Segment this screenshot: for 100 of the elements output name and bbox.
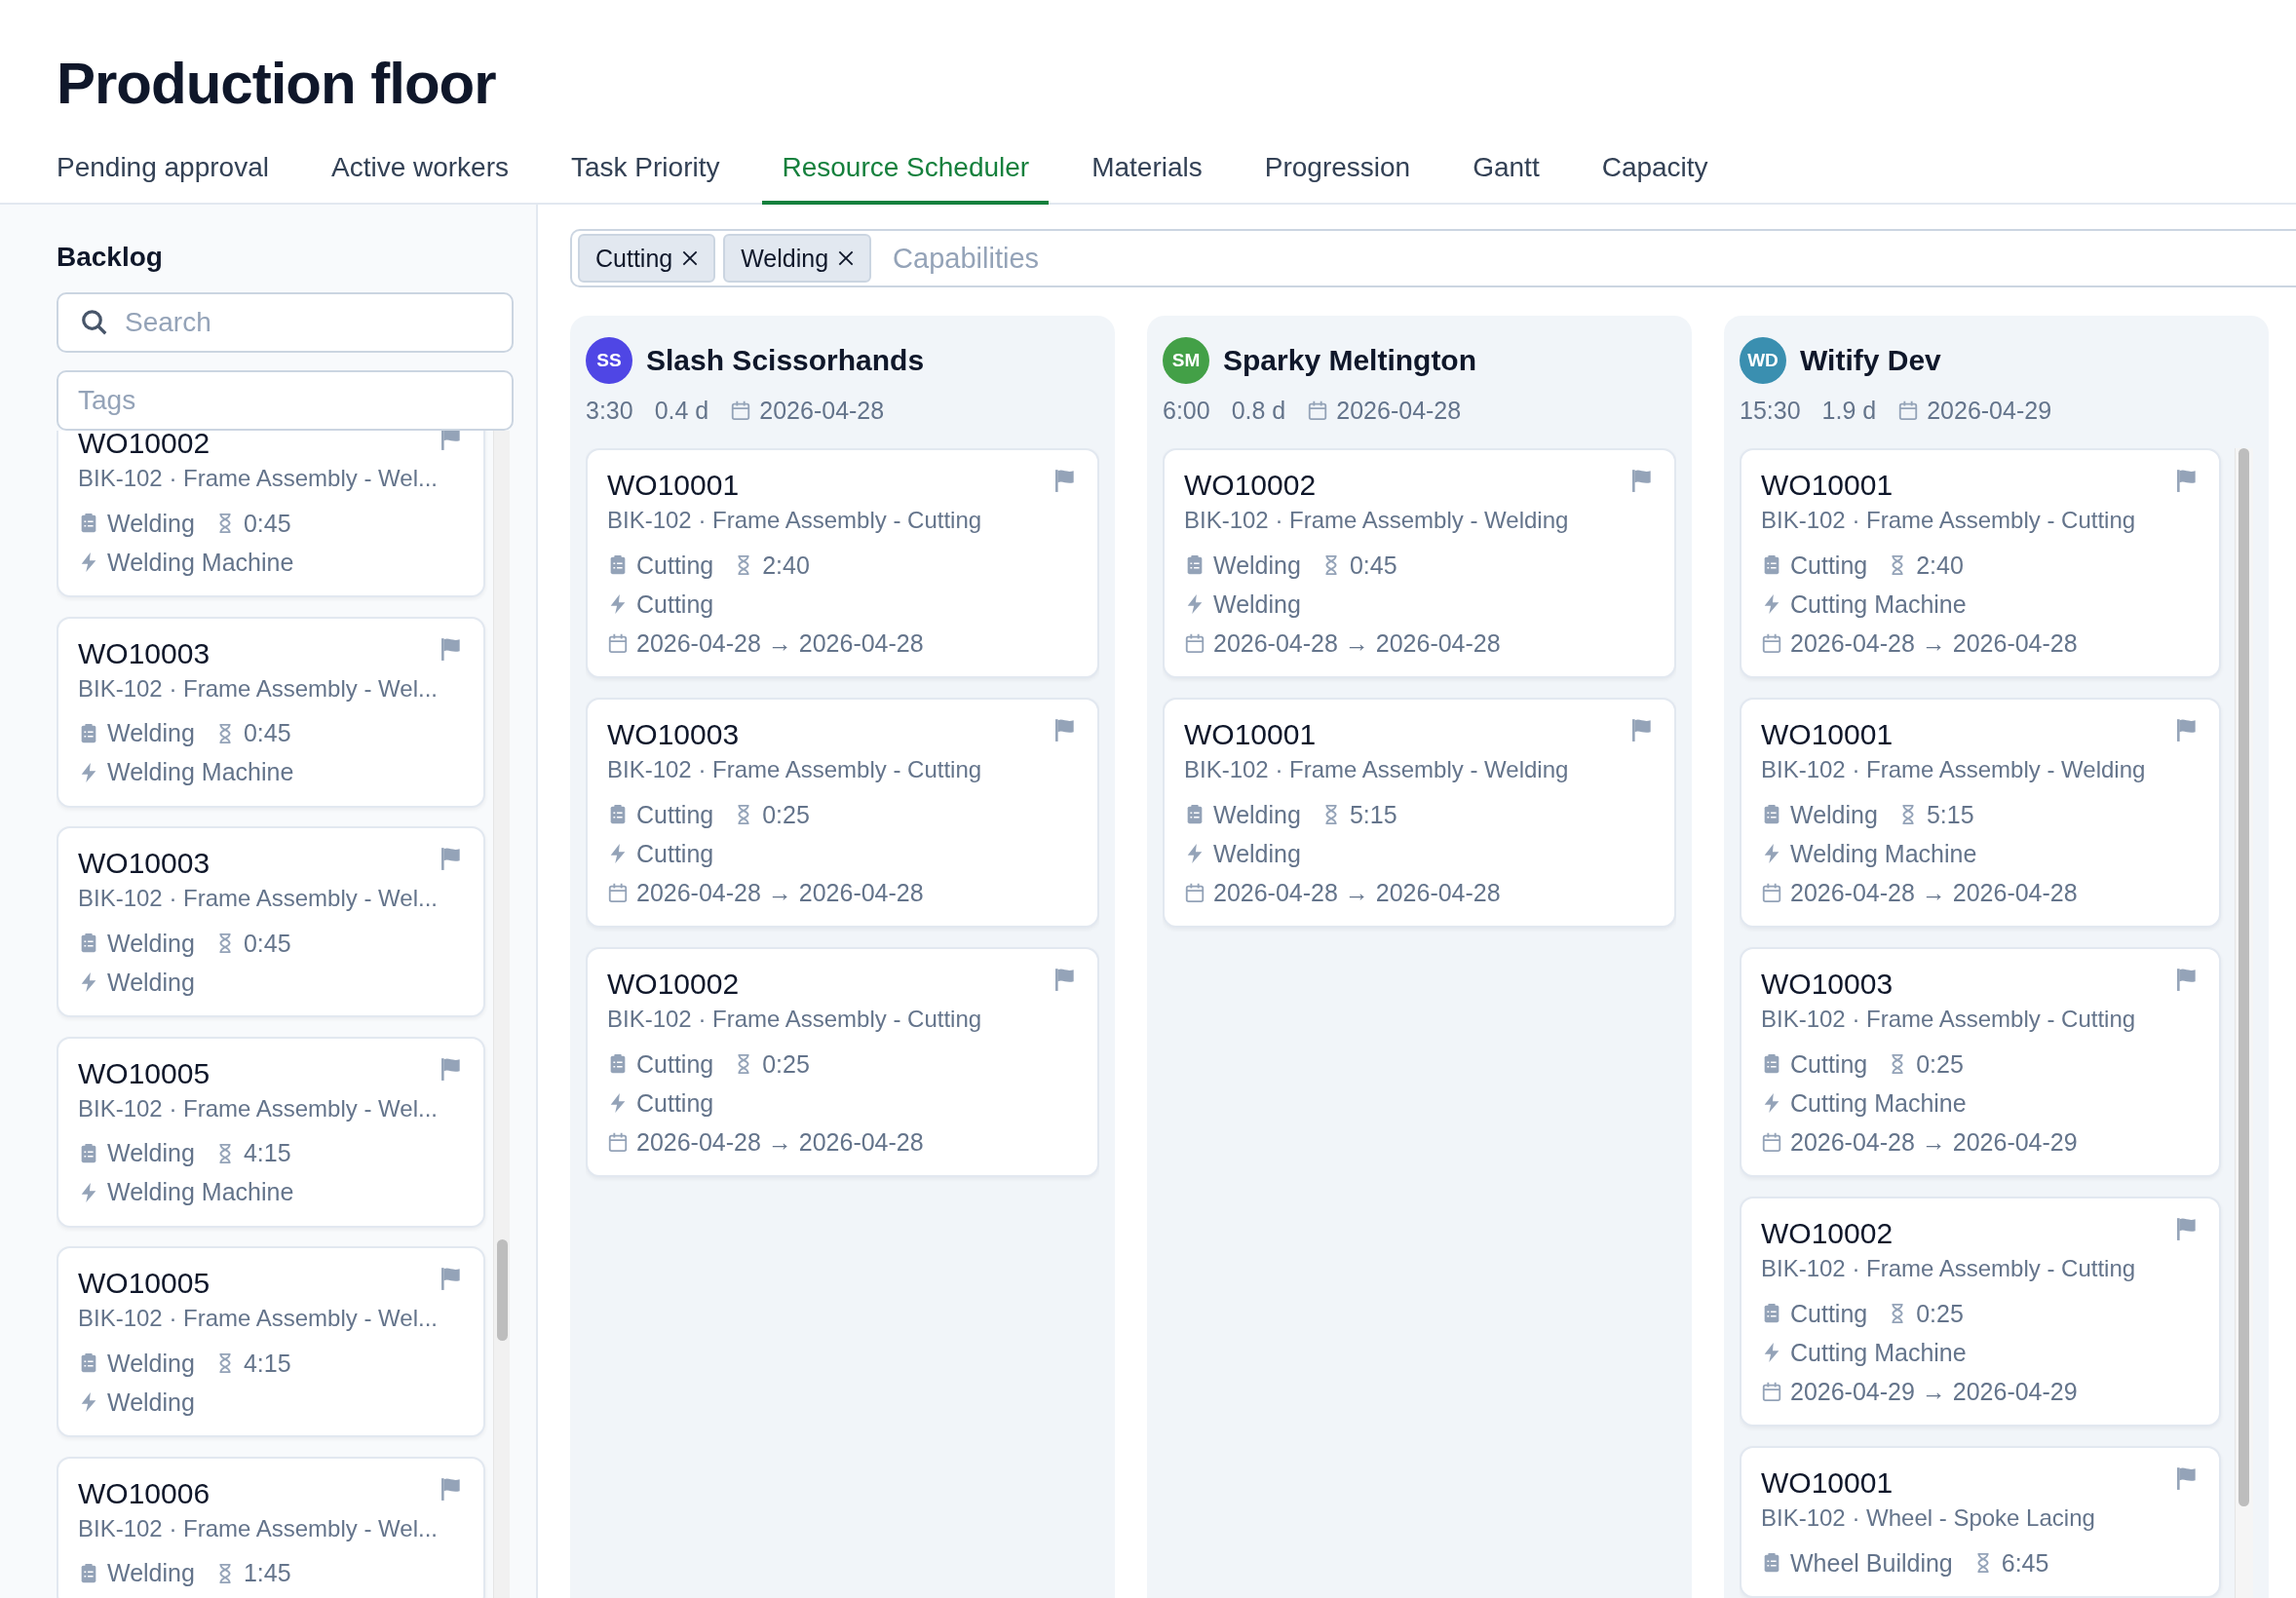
worker-name: Witify Dev <box>1800 344 1941 377</box>
meta-text: Cutting <box>636 590 714 619</box>
work-order-card[interactable]: WO10005 BIK-102 · Frame Assembly - Wel... Welding 4:15 Welding <box>57 1246 485 1437</box>
work-order-card[interactable]: WO10003 BIK-102 · Frame Assembly - Cutting Cutting 0:25 Cutting 2026-04-28 → 2026-04-28 <box>586 698 1099 928</box>
filter-chip[interactable]: Welding <box>723 234 872 283</box>
work-order-id: WO10001 <box>1761 1466 1894 1500</box>
work-order-subtitle: BIK-102 · Wheel - Spoke Lacing <box>1761 1503 2096 1533</box>
work-order-id: WO10005 <box>78 1056 210 1090</box>
filter-chip[interactable]: Cutting <box>578 234 716 283</box>
tab[interactable]: Progression <box>1244 138 1431 205</box>
tab[interactable]: Task Priority <box>552 138 740 205</box>
meta-text: 2026-04-28 → 2026-04-29 <box>1790 1127 2078 1157</box>
meta-text: Welding Machine <box>107 758 294 786</box>
meta-text: 2026-04-28 → 2026-04-28 <box>1790 878 2078 907</box>
work-order-subtitle: BIK-102 · Frame Assembly - Wel... <box>78 464 439 493</box>
meta-text: Welding Machine <box>107 548 294 577</box>
work-order-subtitle: BIK-102 · Frame Assembly - Cutting <box>607 755 983 784</box>
tags-field[interactable]: Tags <box>57 370 514 431</box>
work-order-card[interactable]: WO10001 BIK-102 · Frame Assembly - Welding Welding 5:15 Welding 2026-04-28 → 2026-04-28 <box>1163 698 1676 928</box>
meta-text: 2026-04-28 → 2026-04-28 <box>1213 878 1501 907</box>
meta-text: 4:15 <box>243 1349 291 1378</box>
tab[interactable]: Gantt <box>1453 138 1559 205</box>
work-order-card[interactable]: WO10001 BIK-102 · Frame Assembly - Welding Welding 5:15 Welding Machine 2026-04-28 → 2026-04-28 <box>1740 698 2221 928</box>
meta-text: Welding <box>107 968 195 997</box>
meta-text: 2026-04-28 → 2026-04-28 <box>1213 628 1501 658</box>
meta-text: Welding <box>107 1349 195 1378</box>
work-order-id: WO10002 <box>1184 469 1317 502</box>
work-order-id: WO10003 <box>78 847 210 880</box>
tab[interactable]: Materials <box>1072 138 1222 205</box>
meta-text: 4:15 <box>243 1139 291 1167</box>
meta-text: Cutting Machine <box>1790 590 1967 619</box>
work-order-card[interactable]: WO10002 BIK-102 · Frame Assembly - Cutting Cutting 0:25 Cutting 2026-04-28 → 2026-04-28 <box>586 947 1099 1177</box>
meta-text: 2026-04-29 <box>1927 396 2052 425</box>
work-order-card[interactable]: WO10005 BIK-102 · Frame Assembly - Wel... Welding 4:15 Welding Machine <box>57 1036 485 1228</box>
work-order-subtitle: BIK-102 · Frame Assembly - Welding <box>1184 506 1570 535</box>
meta-text: 2:40 <box>762 551 810 580</box>
meta-text: Welding <box>1213 590 1301 619</box>
work-order-id: WO10003 <box>1761 968 1894 1001</box>
work-order-subtitle: BIK-102 · Frame Assembly - Welding <box>1184 755 1570 784</box>
tab[interactable]: Pending approval <box>37 138 288 205</box>
work-order-card[interactable]: WO10003 BIK-102 · Frame Assembly - Wel... Welding 0:45 Welding <box>57 826 485 1017</box>
meta-text: 2026-04-28 → 2026-04-28 <box>636 1127 924 1157</box>
work-order-card[interactable]: WO10002 BIK-102 · Frame Assembly - Welding Welding 0:45 Welding 2026-04-28 → 2026-04-28 <box>1163 448 1676 678</box>
work-order-subtitle: BIK-102 · Frame Assembly - Cutting <box>607 1005 983 1034</box>
meta-text: 5:15 <box>1349 800 1397 829</box>
calendar-icon <box>607 632 629 654</box>
hours-text: 3:30 <box>586 396 633 425</box>
meta-text: Cutting <box>1790 1049 1868 1079</box>
meta-text: Welding <box>107 1559 195 1587</box>
meta-text: Cutting <box>1790 1299 1868 1328</box>
meta-text: 2026-04-28 <box>759 396 885 425</box>
meta-text: 5:15 <box>1926 800 1974 829</box>
calendar-icon <box>1184 882 1205 903</box>
work-order-id: WO10001 <box>1761 469 1894 502</box>
work-order-card[interactable]: WO10002 BIK-102 · Frame Assembly - Cutting Cutting 0:25 Cutting Machine 2026-04-29 → 2026-04-29 <box>1740 1197 2221 1427</box>
calendar-icon <box>1184 632 1205 654</box>
work-order-card[interactable]: WO10001 BIK-102 · Frame Assembly - Cutting Cutting 2:40 Cutting Machine 2026-04-28 → 2026-04-28 <box>1740 448 2221 678</box>
work-order-card[interactable]: WO10001 BIK-102 · Frame Assembly - Cutting Cutting 2:40 Cutting 2026-04-28 → 2026-04-28 <box>586 448 1099 678</box>
capabilities-field[interactable]: Cutting Welding Capabilities <box>570 229 2296 287</box>
meta-text: 2026-04-28 → 2026-04-28 <box>636 628 924 658</box>
work-order-subtitle: BIK-102 · Frame Assembly - Cutting <box>607 506 983 535</box>
tab[interactable]: Capacity <box>1582 138 1728 205</box>
work-order-id: WO10005 <box>78 1267 210 1300</box>
avatar: SS <box>586 337 632 384</box>
calendar-icon <box>1761 632 1782 654</box>
tab[interactable]: Resource Scheduler <box>762 138 1050 205</box>
scrollbar-thumb[interactable] <box>2239 448 2249 1506</box>
work-order-id: WO10006 <box>78 1476 210 1510</box>
meta-text: 0:45 <box>243 929 291 958</box>
calendar-icon <box>1761 882 1782 903</box>
meta-text: Welding <box>107 1388 195 1417</box>
calendar-icon <box>607 882 629 903</box>
tab[interactable]: Active workers <box>311 138 528 205</box>
scrollbar-thumb[interactable] <box>497 1239 508 1341</box>
meta-text: Welding Machine <box>107 1178 294 1206</box>
meta-text: Welding <box>107 719 195 747</box>
work-order-card[interactable]: WO10003 BIK-102 · Frame Assembly - Wel... Welding 0:45 Welding Machine <box>57 616 485 808</box>
meta-text: Cutting <box>1790 551 1868 580</box>
meta-text: 2:40 <box>1916 551 1964 580</box>
meta-text: 0:25 <box>762 1049 810 1079</box>
work-order-card[interactable]: WO10006 BIK-102 · Frame Assembly - Wel... Welding 1:45 <box>57 1456 485 1598</box>
meta-text: 2026-04-28 → 2026-04-28 <box>1790 628 2078 658</box>
work-order-id: WO10002 <box>78 431 210 460</box>
work-order-subtitle: BIK-102 · Frame Assembly - Wel... <box>78 884 439 913</box>
work-order-id: WO10002 <box>1761 1217 1894 1250</box>
meta-text: Welding <box>107 509 195 538</box>
work-order-id: WO10001 <box>1184 718 1317 751</box>
calendar-icon <box>607 1131 629 1153</box>
meta-text: Cutting <box>636 551 714 580</box>
avatar: SM <box>1163 337 1209 384</box>
meta-text: 0:45 <box>1349 551 1397 580</box>
search-field[interactable]: Search <box>57 292 514 353</box>
meta-text: 0:25 <box>1916 1049 1964 1079</box>
meta-text: Welding Machine <box>1790 839 1977 868</box>
avatar: WD <box>1740 337 1786 384</box>
work-order-card[interactable]: WO10003 BIK-102 · Frame Assembly - Cutting Cutting 0:25 Cutting Machine 2026-04-28 → 2026-04-29 <box>1740 947 2221 1177</box>
work-order-id: WO10002 <box>607 968 740 1001</box>
meta-text: Cutting <box>636 839 714 868</box>
work-order-card[interactable]: WO10002 BIK-102 · Frame Assembly - Wel... Welding 0:45 Welding Machine <box>57 431 485 597</box>
work-order-card[interactable]: WO10001 BIK-102 · Wheel - Spoke Lacing Wheel Building 6:45 <box>1740 1446 2221 1598</box>
